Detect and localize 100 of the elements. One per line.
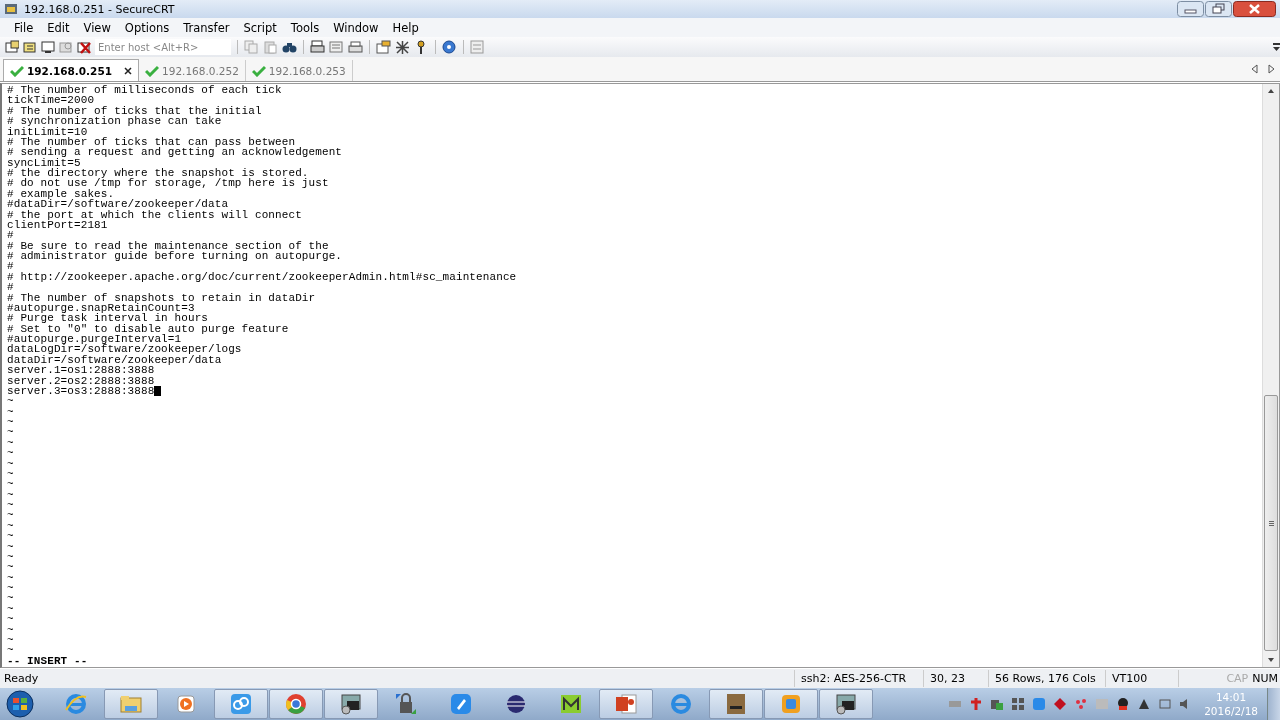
menu-item[interactable]: Script bbox=[236, 20, 284, 35]
disconnect-icon[interactable] bbox=[77, 40, 91, 54]
restore-icon[interactable] bbox=[1205, 1, 1232, 17]
terminal-line: ~ bbox=[7, 562, 14, 573]
printer-icon[interactable] bbox=[310, 40, 325, 54]
print-screen-icon[interactable] bbox=[348, 40, 363, 54]
chrome-icon[interactable] bbox=[284, 692, 308, 716]
menu-item[interactable]: Window bbox=[326, 20, 386, 35]
terminal-line: server.2=os2:2888:3888 bbox=[7, 375, 155, 386]
penguin-icon[interactable] bbox=[1116, 697, 1131, 711]
key-indicator: CAP bbox=[1225, 672, 1250, 685]
scroll-thumb[interactable] bbox=[1264, 395, 1278, 651]
emulation-status: VT100 bbox=[1105, 670, 1178, 687]
padlock-icon[interactable] bbox=[394, 692, 418, 716]
session-tab[interactable]: 192.168.0.251 bbox=[3, 59, 140, 81]
menu-item[interactable]: File bbox=[7, 20, 41, 35]
terminal-line: ~ bbox=[7, 531, 14, 542]
terminal-line: # the port at which the clients will connect bbox=[7, 209, 302, 220]
menu-item[interactable]: View bbox=[76, 20, 118, 35]
plus-icon[interactable] bbox=[969, 697, 984, 711]
browser-icon[interactable] bbox=[64, 692, 88, 716]
terminal-line: # Be sure to read the maintenance section of the bbox=[7, 240, 329, 251]
chevron-icon[interactable] bbox=[1273, 43, 1280, 51]
terminal-line: # do not use /tmp for storage, /tmp here is just bbox=[7, 178, 329, 189]
slides-icon[interactable] bbox=[614, 692, 638, 716]
terminal-lock-icon[interactable] bbox=[339, 692, 363, 716]
scroll-right-icon[interactable] bbox=[1268, 64, 1275, 74]
terminal-line: ~ bbox=[7, 448, 14, 459]
diamond-icon[interactable] bbox=[1053, 697, 1068, 711]
terminal-line: ~ bbox=[7, 417, 14, 428]
scroll-up-icon[interactable] bbox=[1266, 87, 1276, 95]
start-button[interactable] bbox=[4, 690, 36, 718]
check-icon bbox=[251, 64, 266, 77]
terminal-line: # synchronization phase can take bbox=[7, 116, 222, 127]
terminal-line: # sending a request and getting an acknowledgement bbox=[7, 147, 343, 158]
terminal-line: ~ bbox=[7, 396, 14, 407]
terminal-line: ~ bbox=[7, 438, 14, 448]
mode-indicator: -- INSERT -- bbox=[7, 655, 88, 666]
session-tab[interactable]: 192.168.0.252 bbox=[139, 60, 246, 81]
terminal-line: dataLogDir=/software/zookeeper/logs bbox=[7, 344, 242, 355]
terminal-line: initLimit=10 bbox=[7, 126, 88, 137]
help-icon[interactable] bbox=[442, 40, 457, 54]
taskbar-button[interactable] bbox=[819, 689, 873, 719]
session-tab[interactable]: 192.168.0.253 bbox=[245, 60, 353, 81]
terminal-line: # administrator guide before turning on autopurge. bbox=[7, 251, 343, 262]
close-icon[interactable] bbox=[1233, 1, 1276, 17]
scroll-down-icon[interactable] bbox=[1266, 656, 1276, 664]
show-desktop-button[interactable] bbox=[1267, 688, 1280, 720]
check-icon bbox=[145, 64, 160, 77]
terminal-line: tickTime=2000 bbox=[7, 95, 95, 106]
cipher-status: ssh2: AES-256-CTR bbox=[794, 670, 923, 687]
dots-icon[interactable] bbox=[1074, 697, 1089, 711]
minimize-icon[interactable] bbox=[1177, 1, 1204, 17]
scrollbar[interactable] bbox=[1262, 84, 1279, 667]
taskbar-button[interactable] bbox=[324, 689, 378, 719]
terminal-line: # bbox=[7, 261, 14, 272]
terminal-line: ~ bbox=[7, 552, 14, 562]
terminal-line: # http://zookeeper.apache.org/doc/current/zookeeperAdmin.html#sc_maintenance bbox=[7, 272, 517, 282]
terminal-line: ~ bbox=[7, 469, 14, 479]
menu-item[interactable]: Edit bbox=[40, 20, 77, 35]
cloud-icon[interactable] bbox=[229, 692, 253, 716]
terminal-line: # Set to "0" to disable auto purge feature bbox=[7, 323, 289, 334]
terminal-line: # The number of ticks that can pass between bbox=[7, 137, 296, 147]
terminal-line: # The number of milliseconds of each tick bbox=[7, 85, 282, 96]
menu-item[interactable]: Options bbox=[117, 20, 177, 35]
terminal-line: #autopurge.purgeInterval=1 bbox=[7, 334, 182, 345]
taskbar-button[interactable] bbox=[709, 689, 763, 719]
browser-icon[interactable] bbox=[669, 692, 693, 716]
vm-icon[interactable] bbox=[779, 692, 803, 716]
terminal-line: server.1=os1:2888:3888 bbox=[7, 365, 155, 376]
sphere-icon[interactable] bbox=[504, 692, 528, 716]
menu-item[interactable]: Help bbox=[385, 20, 426, 35]
terminal-lock-icon[interactable] bbox=[834, 692, 858, 716]
terminal-size: 56 Rows, 176 Cols bbox=[988, 670, 1105, 687]
binoculars-icon[interactable] bbox=[282, 40, 297, 54]
terminal-line: ~ bbox=[7, 635, 14, 645]
scroll-left-icon[interactable] bbox=[1251, 64, 1258, 74]
menu-item[interactable]: Tools bbox=[283, 20, 327, 35]
grip-icon bbox=[1268, 520, 1274, 526]
terminal-line: # the directory where the snapshot is stored. bbox=[7, 168, 309, 179]
triangle-icon[interactable] bbox=[1137, 697, 1152, 711]
monitor-icon[interactable] bbox=[990, 697, 1005, 711]
terminal-line: ~ bbox=[7, 500, 14, 511]
window-title: 192.168.0.251 - SecureCRT bbox=[24, 2, 175, 16]
figure-icon[interactable] bbox=[724, 692, 748, 716]
windows-icon[interactable] bbox=[1011, 697, 1026, 711]
terminal-line: ~ bbox=[7, 427, 14, 438]
terminal-line: ~ bbox=[7, 510, 14, 521]
close-icon[interactable] bbox=[124, 66, 133, 75]
terminal-line: # Purge task interval in hours bbox=[7, 313, 209, 324]
terminal-line: ~ bbox=[7, 624, 14, 635]
host-field[interactable]: Enter host <Alt+R> bbox=[95, 39, 231, 55]
terminal-line: ~ bbox=[7, 572, 14, 583]
terminal-line: ~ bbox=[7, 479, 14, 490]
menu-item[interactable]: Transfer bbox=[176, 20, 237, 35]
terminal-line: ~ bbox=[7, 583, 14, 594]
terminal-line: clientPort=2181 bbox=[7, 220, 108, 230]
m-letter-icon[interactable] bbox=[559, 692, 583, 716]
terminal-line: ~ bbox=[7, 645, 14, 656]
media-player-icon[interactable] bbox=[174, 692, 198, 716]
